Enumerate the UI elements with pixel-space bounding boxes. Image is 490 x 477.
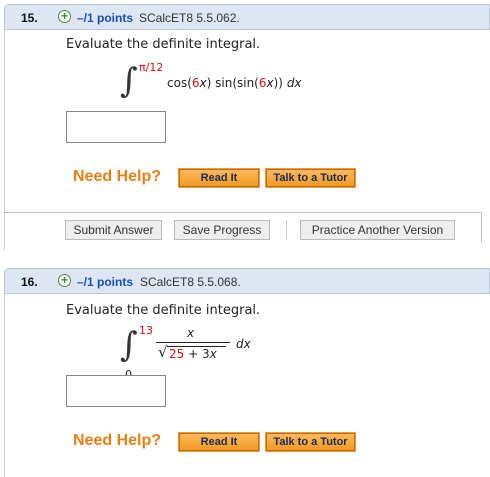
integrand: cos(6x) sin(sin(6x)) dx xyxy=(167,76,302,90)
answer-input[interactable] xyxy=(66,111,166,143)
expand-plus-icon[interactable]: + xyxy=(58,274,71,287)
question-border xyxy=(4,294,5,477)
upper-limit: 13 xyxy=(139,324,153,337)
question-number: 16. xyxy=(21,275,38,289)
need-help-label: Need Help? xyxy=(73,432,162,449)
question-number: 15. xyxy=(21,11,38,25)
dx-label: dx xyxy=(236,337,251,351)
points-label: –/1 points xyxy=(77,11,134,25)
integral-sign-icon: ∫ xyxy=(120,61,138,101)
fraction-denominator: 25 + 3x xyxy=(169,347,217,361)
question-code: SCalcET8 5.5.062. xyxy=(139,11,240,25)
talk-to-tutor-button[interactable]: Talk to a Tutor xyxy=(265,432,356,452)
upper-limit: π/12 xyxy=(139,61,164,74)
fraction-numerator: x xyxy=(187,326,195,340)
answer-input[interactable] xyxy=(66,375,166,407)
question-prompt: Evaluate the definite integral. xyxy=(66,37,261,52)
button-separator xyxy=(286,220,287,240)
question-header: 16. + –/1 points SCalcET8 5.5.068. xyxy=(4,268,490,294)
save-progress-button[interactable]: Save Progress xyxy=(174,220,270,240)
practice-another-version-button[interactable]: Practice Another Version xyxy=(300,220,455,240)
read-it-button[interactable]: Read It xyxy=(178,168,260,188)
question-border xyxy=(4,30,5,250)
talk-to-tutor-button[interactable]: Talk to a Tutor xyxy=(265,168,356,188)
points-label: –/1 points xyxy=(77,275,134,289)
expand-plus-icon[interactable]: + xyxy=(58,10,71,23)
submit-answer-button[interactable]: Submit Answer xyxy=(65,220,162,240)
divider xyxy=(4,212,482,213)
question-code: SCalcET8 5.5.068. xyxy=(140,275,241,289)
need-help-label: Need Help? xyxy=(73,168,162,185)
divider xyxy=(481,212,482,242)
integral-sign-icon: ∫ xyxy=(120,325,138,365)
question-header: 15. + –/1 points SCalcET8 5.5.062. xyxy=(4,4,490,30)
question-prompt: Evaluate the definite integral. xyxy=(66,303,261,318)
read-it-button[interactable]: Read It xyxy=(178,432,260,452)
